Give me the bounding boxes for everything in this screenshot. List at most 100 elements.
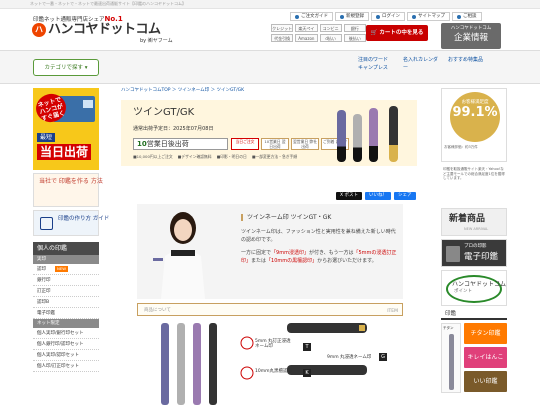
sidebar-item[interactable]: 個人実印/銀行印セット [33, 328, 99, 339]
pro-big: 電子印鑑 [464, 252, 499, 262]
section-title: 商品について [144, 308, 171, 313]
stamp-impression [240, 336, 254, 350]
payment-method: 銀行 [343, 24, 366, 32]
product-mark: K [303, 369, 311, 377]
utility-links: ご注文ガイド 新規登録 ログイン サイトマップ ご相談 [290, 12, 482, 21]
award-description: 印鑑を取扱通販サイト楽天・Yahoo!など主要モールでの総合満足度1位を獲得して… [443, 167, 505, 181]
sidebar-item[interactable]: 訂正印 [33, 286, 99, 297]
payment-method: d払い [319, 34, 342, 42]
sidebar-item[interactable]: 個人実印/認印セット [33, 350, 99, 361]
sidebar-item[interactable]: 認印 NEW [33, 264, 99, 275]
material-label: チタン [443, 326, 454, 330]
sidebar-item[interactable]: 個人印/訂正印セット [33, 361, 99, 372]
shipping-step: 翌営業日 弊社出荷 [291, 138, 319, 150]
service-note: ■デザイン確認無料 [177, 154, 212, 159]
sidebar-item[interactable]: 電子印鑑 [33, 308, 99, 319]
logo-mark-icon[interactable]: ハ [32, 23, 46, 37]
payment-methods: クレジット 楽天ペイ コンビニ 銀行 代金引換 Amazon d払い 後払い [271, 24, 366, 44]
mail-icon [457, 14, 461, 19]
payment-method: クレジット [271, 24, 294, 32]
design-banner-text: 当社で 印鑑を作る 方法 [39, 178, 103, 185]
view-cart-button[interactable]: 🛒 カートの中を見る [366, 25, 428, 41]
sidebar-item-label: 個人実印/認印セット [37, 353, 80, 358]
new-arrivals-sub: NEW ARRIVAL [464, 227, 489, 231]
category-button-label: カテゴリで探す [44, 65, 83, 71]
kirei-hanko-banner[interactable]: キレイはんこ [464, 347, 507, 368]
share-buttons: X ポスト いいね！ シェア [336, 192, 416, 200]
sidebar-item-label: 個人実印/銀行印セット [37, 331, 84, 336]
award-small: お客様満足度 [461, 100, 489, 105]
login-link[interactable]: ログイン [371, 12, 405, 21]
pen-image [209, 323, 217, 405]
service-note: ■10,000円以上ご注文 [133, 154, 173, 159]
corporate-info-button[interactable]: ハンコヤドットコム 企業情報 [441, 23, 501, 49]
product-hero: ツインGT/GK 通常出荷予定日：2025年07月08日 10営業日後出荷 当日… [121, 100, 417, 166]
breadcrumb[interactable]: ハンコヤドットコムTOP ＞ ツインネーム印 ＞ ツインGT/GK [121, 88, 417, 96]
global-nav: カテゴリで探す ▾ 注目のワード キャンプレス 名入れカレンダー おすすめ特集品 [0, 50, 540, 84]
pen-image [369, 108, 378, 162]
cart-label: カートの中を見る [379, 30, 424, 36]
shipping-step: 10営業日 翌日出荷 [261, 138, 289, 150]
guide-link-label: ご注文ガイド [301, 14, 328, 19]
page-title: ツインGT/GK [133, 107, 195, 118]
pro-small: プロの印影 [464, 244, 487, 249]
sidebar-item-label: 訂正印 [37, 289, 51, 294]
design-method-banner[interactable]: 当社で 印鑑を作る 方法 [33, 173, 103, 207]
intro-body: ツインネーム印は、ファッション性と実用性を兼ね備えた新しい時代の認め印です。 一… [241, 228, 399, 265]
guide-link[interactable]: ご注文ガイド [290, 12, 333, 21]
titanium-banner[interactable]: チタン印鑑 [464, 323, 507, 344]
intro-title: ツインネーム印 ツインGT・GK [241, 214, 331, 222]
main-content: ハンコヤドットコムTOP ＞ ツインネーム印 ＞ ツインGT/GK ツインGT/… [121, 88, 417, 405]
like-button[interactable]: いいね！ [365, 192, 392, 200]
sidebar-item-label: 個人印/訂正印セット [37, 364, 80, 369]
section-heading: 商品について ITEM [137, 303, 403, 316]
sidebar-item-label: 認印B [37, 300, 50, 305]
contact-link[interactable]: ご相談 [452, 12, 482, 21]
material-column[interactable]: チタン [441, 323, 461, 393]
section-tag: ITEM [387, 309, 398, 314]
sidebar-item[interactable]: 認印B [33, 297, 99, 308]
chevron-down-icon: ▾ [84, 65, 88, 71]
pen-image [287, 365, 367, 375]
product-mark: T [303, 343, 311, 351]
logo-by-text: by ㈱ヤフーム [140, 38, 173, 44]
site-logo[interactable]: ハンコヤドットコム [48, 22, 161, 38]
x-post-button[interactable]: X ポスト [336, 192, 363, 200]
hotword-link[interactable]: 名入れカレンダー [403, 57, 439, 72]
point-title: ハンコヤドットコム [452, 281, 507, 288]
ship-big-label: 当日出荷 [37, 144, 92, 161]
pen-image [161, 323, 169, 405]
service-note: ■一部変更方法・急ぎ手順 [251, 154, 298, 159]
hotword-link[interactable]: おすすめ特集品 [448, 57, 484, 72]
good-inkan-banner[interactable]: いい印鑑 [464, 371, 507, 392]
stamp-impression [240, 366, 254, 380]
sidebar-item[interactable]: 個人銀行印/認印セット [33, 339, 99, 350]
product-label: 5mm 丸訂正浸透ネーム印 [255, 339, 291, 350]
sidebar-item[interactable]: 銀行印 [33, 275, 99, 286]
sitemap-link[interactable]: サイトマップ [407, 12, 450, 21]
share-button[interactable]: シェア [394, 192, 416, 200]
pen-image [287, 323, 367, 333]
new-arrivals-banner[interactable]: 新着商品 NEW ARRIVAL [441, 208, 507, 236]
register-link-label: 新規登録 [346, 14, 364, 19]
point-banner[interactable]: ハンコヤドットコム ポイント [441, 270, 507, 306]
electronic-seal-banner[interactable]: プロの印影 電子印鑑 [441, 239, 507, 267]
pen-image [193, 323, 201, 405]
product-intro: ツインネーム印 ツインGT・GK ツインネーム印は、ファッション性と実用性を兼ね… [137, 204, 403, 299]
pen-image [353, 114, 362, 162]
hotword-link[interactable]: 注目のワード キャンプレス [358, 57, 394, 72]
payment-method: 楽天ペイ [295, 24, 318, 32]
new-badge: NEW [55, 266, 68, 272]
how-to-guide-banner[interactable]: 印鑑の作り方 ガイド [33, 210, 109, 236]
guide-icon [295, 14, 299, 19]
same-day-shipping-banner[interactable]: ネットで ハンコが すぐ届く 最短 当日出荷 [33, 88, 99, 170]
register-link[interactable]: 新規登録 [335, 12, 369, 21]
satisfaction-award: お客様満足度 99.1% お客様評価：約3万件 [441, 88, 507, 162]
right-sidebar: お客様満足度 99.1% お客様評価：約3万件 印鑑を取扱通販サイト楽天・Yaho… [441, 88, 507, 405]
corp-large-label: 企業情報 [453, 33, 488, 44]
shipping-days-text: 営業日後出荷 [146, 140, 189, 148]
person-icon [340, 14, 344, 19]
material-swatch [449, 334, 454, 390]
category-search-button[interactable]: カテゴリで探す ▾ [33, 59, 99, 76]
ship-small-label: 最短 [37, 133, 56, 143]
